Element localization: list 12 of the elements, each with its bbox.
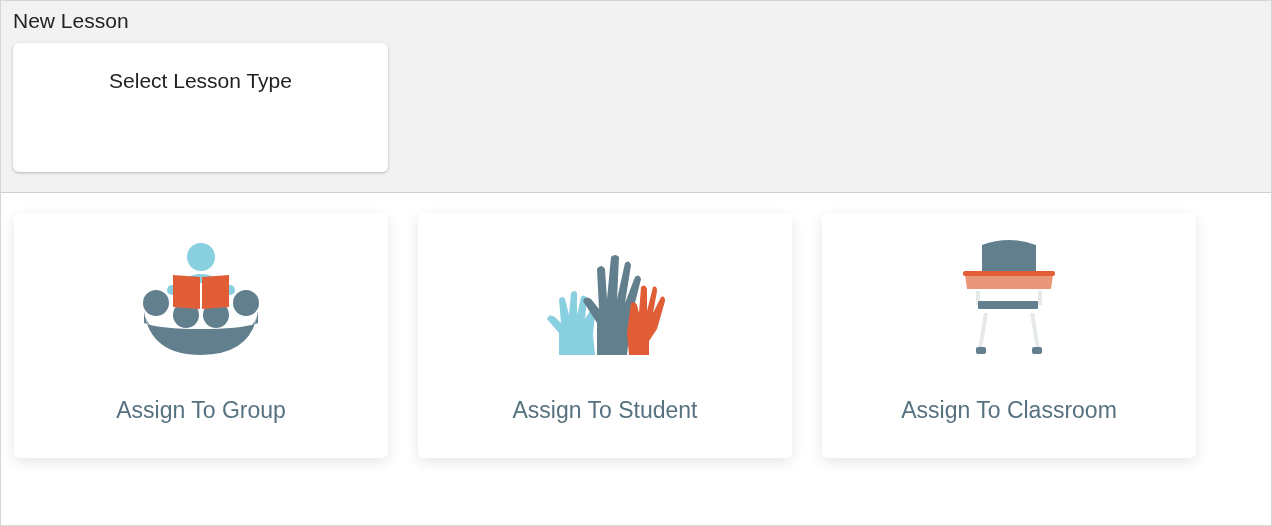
assign-option-card[interactable]: Assign To Student <box>418 213 792 458</box>
card-title: Select Lesson Type <box>109 68 292 94</box>
school-desk-icon <box>962 237 1056 355</box>
option-label: Assign To Classroom <box>901 396 1117 425</box>
assign-option-card[interactable]: Assign To Classroom <box>822 213 1196 458</box>
option-label: Assign To Student <box>512 396 698 425</box>
raised-hands-icon <box>545 253 665 355</box>
assign-option-card[interactable]: Assign To Group <box>14 213 388 458</box>
page-title: New Lesson <box>13 9 129 33</box>
lesson-type-card[interactable]: Select Lesson Type <box>13 43 388 172</box>
option-label: Assign To Group <box>116 396 286 425</box>
reader-group-icon <box>142 243 260 355</box>
